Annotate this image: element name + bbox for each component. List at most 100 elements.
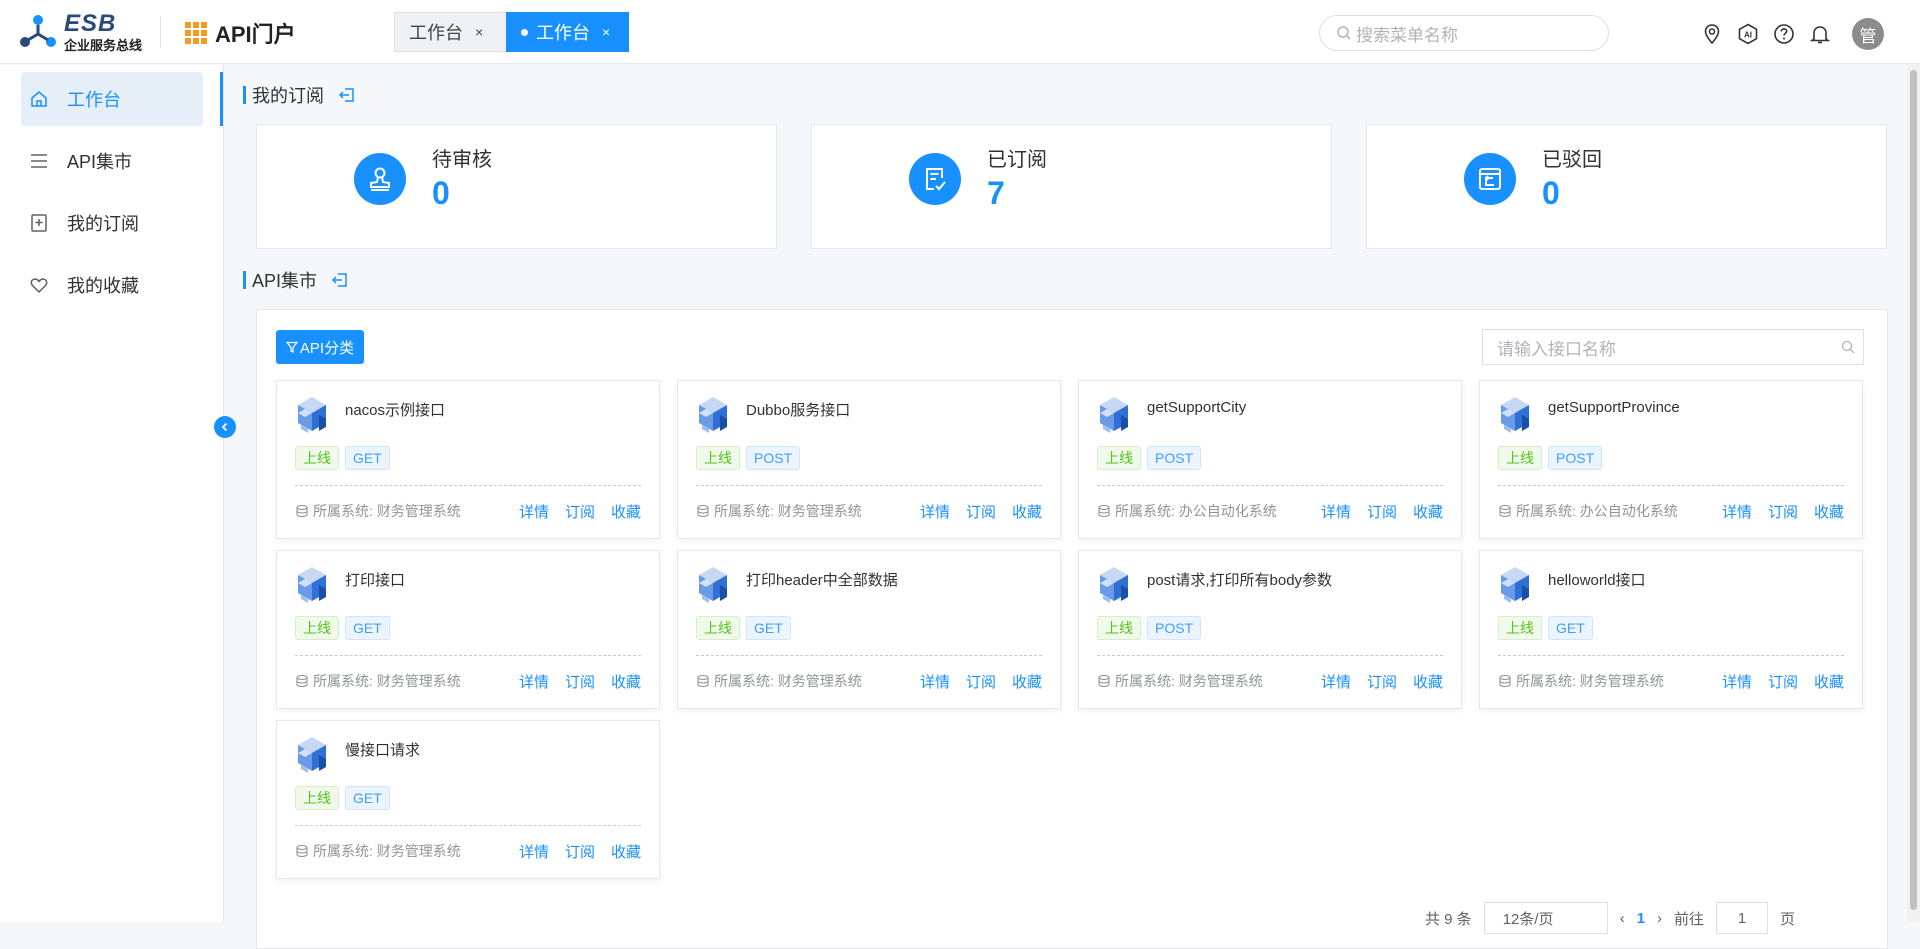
- enter-icon[interactable]: [331, 271, 349, 289]
- detail-link[interactable]: 详情: [519, 841, 549, 862]
- favorite-link[interactable]: 收藏: [611, 841, 641, 862]
- favorite-link[interactable]: 收藏: [1814, 671, 1844, 692]
- detail-link[interactable]: 详情: [519, 501, 549, 522]
- card-divider: [295, 825, 641, 826]
- api-system: 所属系统: 办公自动化系统: [1097, 501, 1277, 521]
- api-system: 所属系统: 财务管理系统: [1498, 671, 1664, 691]
- detail-link[interactable]: 详情: [920, 501, 950, 522]
- favorite-link[interactable]: 收藏: [611, 501, 641, 522]
- close-icon[interactable]: ×: [475, 24, 483, 40]
- api-card[interactable]: helloworld接口 上线 GET 所属系统: 财务管理系统 详情 订阅 收…: [1479, 550, 1863, 709]
- detail-link[interactable]: 详情: [920, 671, 950, 692]
- api-name: helloworld接口: [1548, 572, 1646, 589]
- method-badge: POST: [746, 446, 801, 470]
- subscribe-link[interactable]: 订阅: [565, 671, 595, 692]
- favorite-link[interactable]: 收藏: [1012, 501, 1042, 522]
- subscribe-link[interactable]: 订阅: [966, 671, 996, 692]
- location-icon[interactable]: [1700, 22, 1724, 46]
- favorite-link[interactable]: 收藏: [1814, 501, 1844, 522]
- api-tags: 上线 GET: [295, 446, 390, 470]
- api-system: 所属系统: 财务管理系统: [295, 501, 461, 521]
- subscribe-link[interactable]: 订阅: [1768, 501, 1798, 522]
- portal-title: API门户: [185, 18, 296, 48]
- page-scrollbar[interactable]: [1907, 64, 1920, 922]
- goto-page-input[interactable]: 1: [1716, 902, 1769, 934]
- stat-card-pending[interactable]: 待审核 0: [256, 124, 777, 249]
- sidebar-item-api-market[interactable]: API集市: [21, 134, 203, 188]
- avatar[interactable]: 管: [1852, 18, 1884, 50]
- menu-search-placeholder: 搜索菜单名称: [1356, 25, 1458, 45]
- detail-link[interactable]: 详情: [1321, 501, 1351, 522]
- api-card[interactable]: 打印header中全部数据 上线 GET 所属系统: 财务管理系统 详情 订阅 …: [677, 550, 1061, 709]
- bell-icon[interactable]: [1808, 22, 1832, 46]
- detail-link[interactable]: 详情: [1722, 671, 1752, 692]
- section-title-api-market: API集市: [243, 267, 349, 293]
- subscribe-link[interactable]: 订阅: [966, 501, 996, 522]
- api-card[interactable]: Dubbo服务接口 上线 POST 所属系统: 财务管理系统 详情 订阅 收藏: [677, 380, 1061, 539]
- stat-value: 0: [1542, 175, 1560, 211]
- cube-icon: [699, 567, 727, 603]
- api-card[interactable]: 打印接口 上线 GET 所属系统: 财务管理系统 详情 订阅 收藏: [276, 550, 660, 709]
- menu-search-input[interactable]: 搜索菜单名称: [1319, 15, 1609, 51]
- favorite-link[interactable]: 收藏: [1012, 671, 1042, 692]
- api-actions: 详情 订阅 收藏: [1722, 501, 1844, 522]
- status-badge: 上线: [1097, 446, 1141, 470]
- sidebar-item-workbench[interactable]: 工作台: [21, 72, 203, 126]
- favorite-link[interactable]: 收藏: [1413, 501, 1443, 522]
- method-badge: GET: [746, 616, 791, 640]
- active-indicator: [220, 72, 223, 126]
- api-name: getSupportProvince: [1548, 399, 1680, 416]
- api-card[interactable]: getSupportProvince 上线 POST 所属系统: 办公自动化系统…: [1479, 380, 1863, 539]
- status-badge: 上线: [1498, 616, 1542, 640]
- pagination: 共 9 条 12条/页 ‹ 1 › 前往 1 页: [1425, 902, 1795, 934]
- detail-link[interactable]: 详情: [1722, 501, 1752, 522]
- api-card[interactable]: 慢接口请求 上线 GET 所属系统: 财务管理系统 详情 订阅 收藏: [276, 720, 660, 879]
- ai-icon[interactable]: AI: [1736, 22, 1760, 46]
- api-tags: 上线 GET: [295, 786, 390, 810]
- api-category-button[interactable]: API分类: [276, 330, 364, 364]
- help-icon[interactable]: [1772, 22, 1796, 46]
- collapse-sidebar-button[interactable]: [214, 416, 236, 438]
- api-actions: 详情 订阅 收藏: [1321, 501, 1443, 522]
- cube-icon: [1501, 397, 1529, 433]
- portal-title-text: API门户: [215, 22, 296, 47]
- api-system: 所属系统: 财务管理系统: [696, 501, 862, 521]
- api-card[interactable]: nacos示例接口 上线 GET 所属系统: 财务管理系统 详情 订阅 收藏: [276, 380, 660, 539]
- api-card[interactable]: post请求,打印所有body参数 上线 POST 所属系统: 财务管理系统 详…: [1078, 550, 1462, 709]
- logo-subtitle: 企业服务总线: [64, 38, 143, 53]
- api-search-input[interactable]: 请输入接口名称: [1482, 329, 1864, 365]
- page-size-select[interactable]: 12条/页: [1483, 902, 1608, 934]
- stat-card-rejected[interactable]: 已驳回 0: [1366, 124, 1887, 249]
- enter-icon[interactable]: [338, 86, 356, 104]
- pagination-total: 共 9 条: [1425, 910, 1472, 928]
- detail-link[interactable]: 详情: [519, 671, 549, 692]
- detail-link[interactable]: 详情: [1321, 671, 1351, 692]
- sidebar: 工作台 API集市 我的订阅 我的收藏: [0, 65, 224, 922]
- close-icon[interactable]: ×: [602, 24, 610, 40]
- database-icon: [1499, 504, 1511, 518]
- next-page-icon[interactable]: ›: [1657, 910, 1662, 927]
- scrollbar-thumb[interactable]: [1910, 70, 1917, 910]
- favorite-link[interactable]: 收藏: [611, 671, 641, 692]
- esb-logo[interactable]: ESB 企业服务总线: [18, 10, 148, 54]
- subscribe-link[interactable]: 订阅: [565, 841, 595, 862]
- stat-card-subscribed[interactable]: 已订阅 7: [811, 124, 1332, 249]
- api-tags: 上线 POST: [1097, 616, 1202, 640]
- subscribe-link[interactable]: 订阅: [565, 501, 595, 522]
- api-system-text: 所属系统: 办公自动化系统: [1516, 503, 1678, 519]
- sidebar-item-my-favorites[interactable]: 我的收藏: [21, 258, 203, 312]
- current-page[interactable]: 1: [1637, 910, 1645, 927]
- api-system-text: 所属系统: 财务管理系统: [313, 843, 461, 859]
- api-category-label: API分类: [299, 339, 355, 357]
- database-icon: [697, 504, 709, 518]
- favorite-link[interactable]: 收藏: [1413, 671, 1443, 692]
- subscribe-link[interactable]: 订阅: [1768, 671, 1798, 692]
- tab-workbench-active[interactable]: 工作台 ×: [506, 12, 629, 52]
- api-card[interactable]: getSupportCity 上线 POST 所属系统: 办公自动化系统 详情 …: [1078, 380, 1462, 539]
- subscribe-link[interactable]: 订阅: [1367, 671, 1397, 692]
- sidebar-item-my-subscriptions[interactable]: 我的订阅: [21, 196, 203, 250]
- subscribe-link[interactable]: 订阅: [1367, 501, 1397, 522]
- prev-page-icon[interactable]: ‹: [1620, 910, 1625, 927]
- card-divider: [1498, 485, 1844, 486]
- stat-value: 0: [432, 175, 450, 211]
